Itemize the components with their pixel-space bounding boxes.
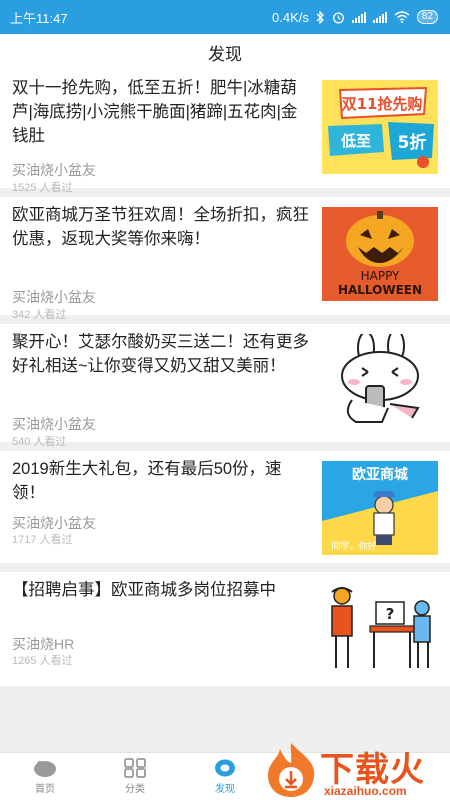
feed-card[interactable]: 欧亚商城万圣节狂欢周！全场折扣，疯狂优惠，返现大奖等你来嗨！ 买油烧小盆友 34… [0,197,450,321]
card-views: 1525 人看过 [12,182,73,194]
wifi-icon [394,11,410,23]
grid-icon [124,758,146,778]
thumb-text-1: 双11抢先购 [342,95,423,113]
card-author: 买油烧小盆友 [12,162,96,178]
bluetooth-icon [316,10,324,24]
card-title[interactable]: 双十一抢先购，低至五折！肥牛|冰糖葫芦|海底捞|小浣熊干脆面|猪蹄|五花肉|金钱… [12,76,312,148]
thumb-text-2: 同学，你好 [331,540,376,552]
card-author: 买油烧小盆友 [12,515,96,531]
card-title[interactable]: 【招聘启事】欧亚商城多岗位招募中 [12,578,312,602]
card-views: 1717 人看过 [12,534,73,546]
feed-card[interactable]: 2019新生大礼包，还有最后50份，速领！ 买油烧小盆友 1717 人看过 欧亚… [0,451,450,563]
card-views: 540 人看过 [12,436,67,448]
status-icons: 0.4K/s 82 [272,10,438,25]
discover-feed: 双十一抢先购，低至五折！肥牛|冰糖葫芦|海底捞|小浣熊干脆面|猪蹄|五花肉|金钱… [0,70,450,695]
feed-card[interactable]: 聚开心！艾瑟尔酸奶买三送二！还有更多好礼相送~让你变得又奶又甜又美丽！ 买油烧小… [0,324,450,448]
card-thumbnail[interactable]: ? [322,582,438,676]
feed-card[interactable]: 【招聘启事】欧亚商城多岗位招募中 买油烧HR 1265 人看过 ? [0,572,450,686]
page-title: 发现 [208,44,242,64]
thumb-text-2: 低至 [340,132,371,150]
card-title[interactable]: 欧亚商城万圣节狂欢周！全场折扣，疯狂优惠，返现大奖等你来嗨！ [12,203,312,251]
discover-icon [215,759,235,777]
signal-icon-2 [372,11,387,23]
alarm-icon [332,12,344,23]
status-time: 上午11:47 [10,10,68,26]
tab-discover-label: 发现 [215,784,235,795]
hiring-illustration: ? [331,587,431,668]
tab-home[interactable]: 首页 [0,753,90,800]
card-title[interactable]: 2019新生大礼包，还有最后50份，速领！ [12,457,312,505]
flame-logo-icon [268,743,315,797]
card-thumbnail[interactable]: 欧亚商城 同学，你好 [322,461,438,555]
battery-icon: 82 [416,10,438,24]
svg-text:?: ? [386,605,395,623]
tab-category-label: 分类 [125,784,145,795]
home-icon [34,761,56,777]
card-views: 342 人看过 [12,309,67,321]
feed-card[interactable]: 双十一抢先购，低至五折！肥牛|冰糖葫芦|海底捞|小浣熊干脆面|猪蹄|五花肉|金钱… [0,70,450,194]
card-author: 买油烧小盆友 [12,289,96,305]
bunny-illustration [341,334,420,423]
card-author: 买油烧HR [12,636,75,652]
tab-discover[interactable]: 发现 [180,753,270,800]
watermark-url: xiazaihuo.com [324,784,407,798]
page-header: 发现 [0,34,450,70]
new-student-illustration: 欧亚商城 同学，你好 [322,461,438,555]
watermark-logo: 下载火 xiazaihuo.com [262,740,450,800]
card-thumbnail[interactable]: 双11抢先购 低至 5折 [322,80,438,174]
status-bar: 上午11:47 0.4K/s 82 [0,0,450,34]
card-views: 1265 人看过 [12,655,73,667]
tab-category[interactable]: 分类 [90,753,180,800]
thumb-text-1: HAPPY [361,269,400,283]
card-title[interactable]: 聚开心！艾瑟尔酸奶买三送二！还有更多好礼相送~让你变得又奶又甜又美丽！ [12,330,312,378]
halloween-illustration: HAPPY HALLOWEEN [322,207,438,301]
card-thumbnail[interactable]: HAPPY HALLOWEEN [322,207,438,301]
sale-illustration: 双11抢先购 低至 5折 [322,80,438,174]
thumb-text-3: 5折 [398,132,427,153]
thumb-text-2: HALLOWEEN [338,283,422,297]
thumb-text-1: 欧亚商城 [352,466,408,483]
tab-home-label: 首页 [35,784,55,795]
network-speed: 0.4K/s [272,9,309,25]
signal-icon [351,11,366,23]
card-author: 买油烧小盆友 [12,416,96,432]
card-thumbnail[interactable] [322,334,438,428]
